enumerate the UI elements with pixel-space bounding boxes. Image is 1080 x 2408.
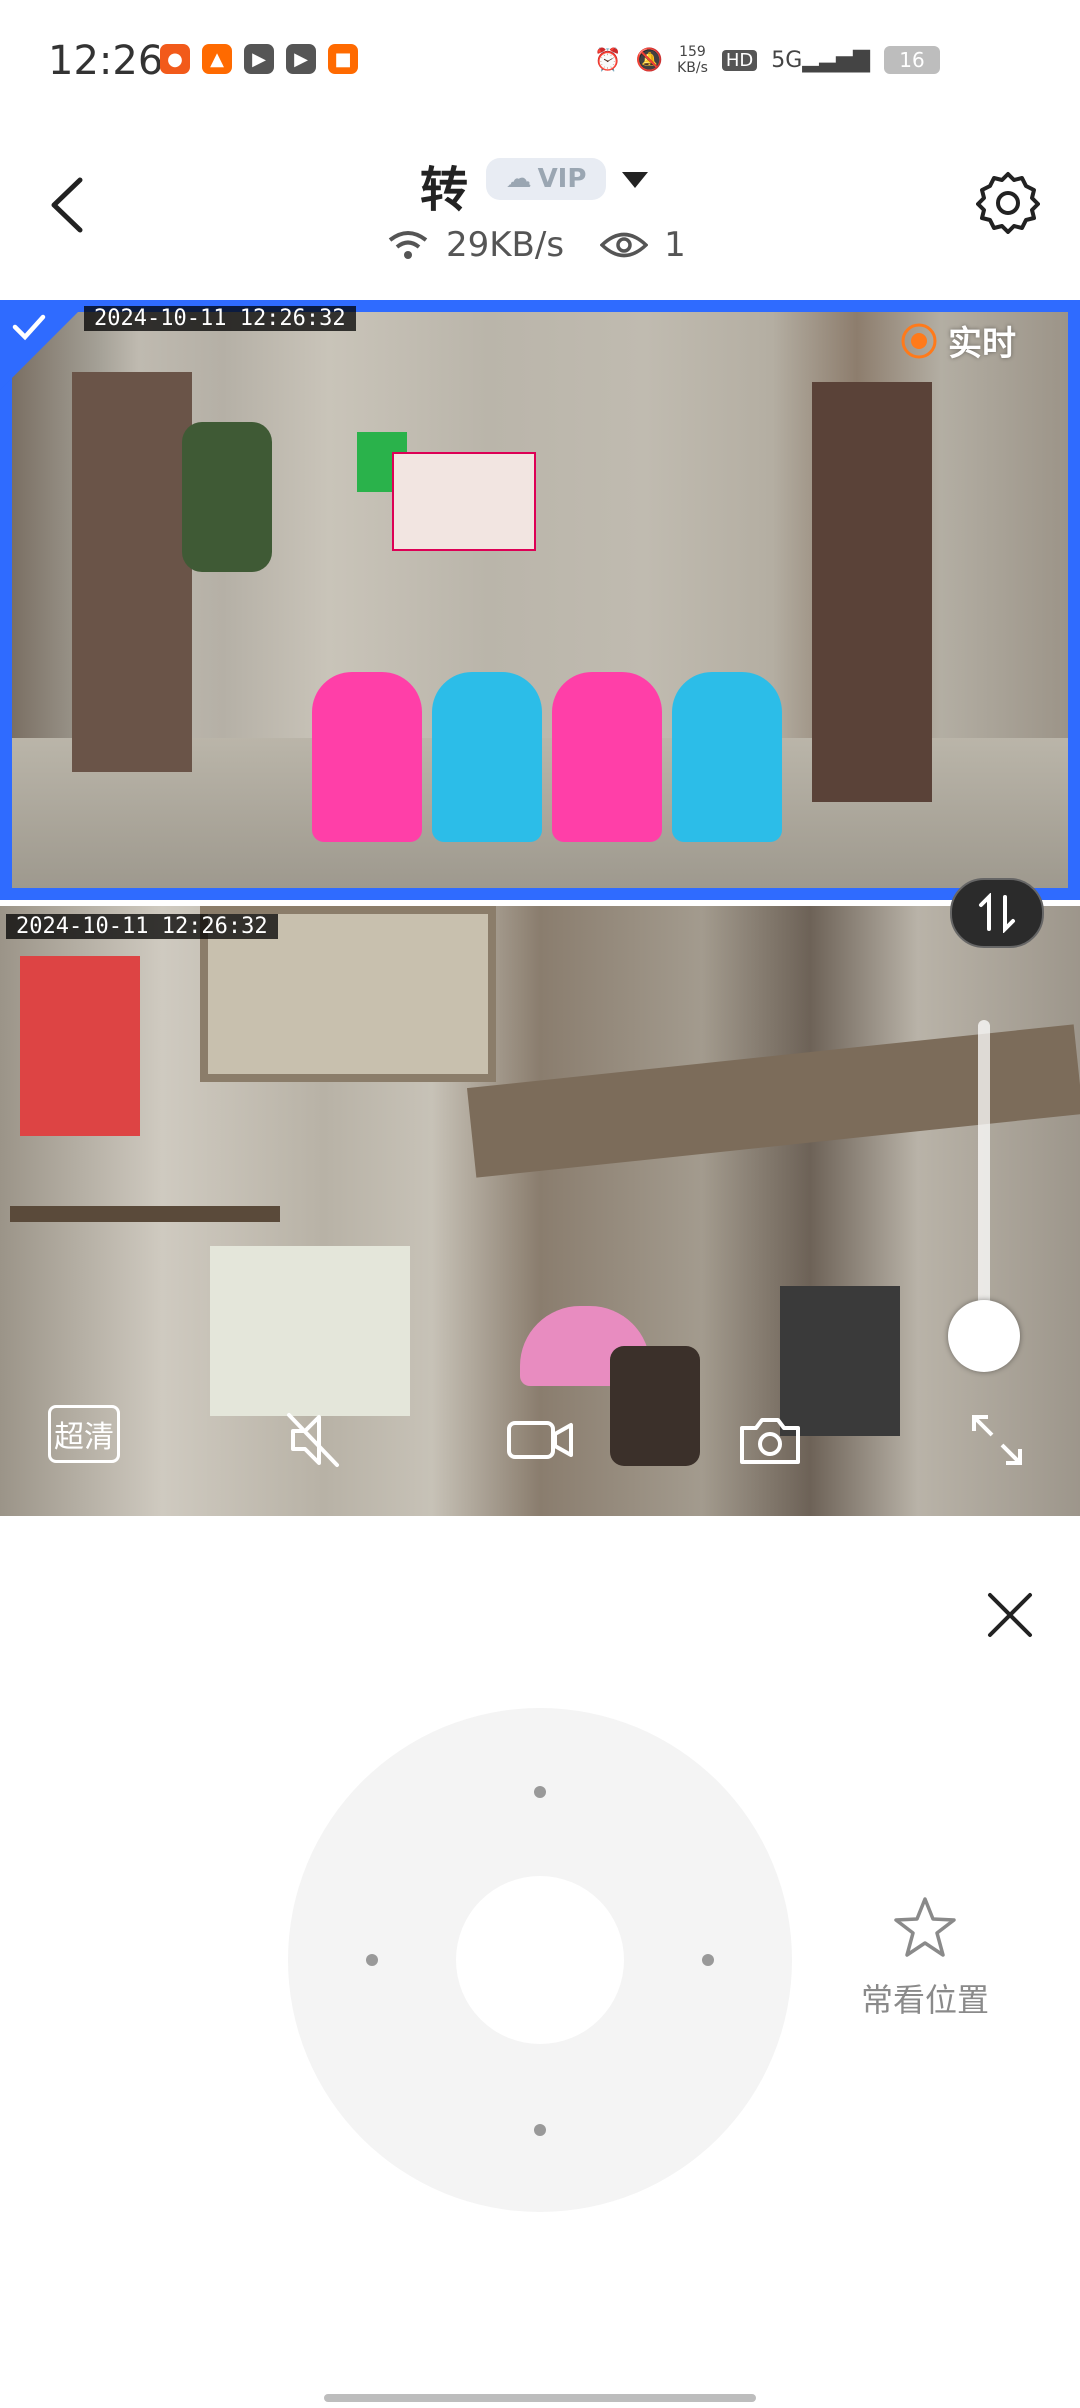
cloud-icon: ☁ [505,164,532,194]
app-icon-2: ▲ [202,44,232,74]
favorite-position-label: 常看位置 [860,1981,989,2019]
zoom-slider-track[interactable] [978,1020,990,1340]
camera-main-timestamp: 2024-10-11 12:26:32 [84,306,356,331]
home-indicator[interactable] [324,2394,756,2402]
altar-shelf [10,1206,280,1222]
wall-calendar [210,1246,410,1416]
network-speed: 159 KB/s [677,44,708,76]
zoom-slider-thumb[interactable] [948,1300,1020,1372]
record-button[interactable] [505,1405,577,1475]
hanging-clothes [182,422,272,572]
swap-views-button[interactable] [950,878,1044,948]
mute-button[interactable] [278,1405,348,1475]
chair-blue-2 [672,672,782,842]
battery-icon: 16 [884,46,940,74]
door-right [812,382,932,802]
favorite-position-button[interactable]: 常看位置 [850,1895,1000,2021]
ptz-center[interactable] [456,1876,624,2044]
check-icon [12,314,46,341]
stream-info: 29KB/s 1 [386,220,686,270]
play-icon: ▶ [244,44,274,74]
live-icon [901,323,937,358]
bell-off-icon: 🔕 [635,47,664,73]
camera-secondary-timestamp: 2024-10-11 12:26:32 [6,914,278,939]
gear-icon [976,172,1040,234]
eye-icon [600,232,649,258]
hanging-bag [610,1346,700,1466]
alarm-icon: ⏰ [594,47,622,73]
device-title[interactable]: 转 [420,150,468,220]
snapshot-button[interactable] [735,1405,805,1475]
chevron-left-icon [51,177,83,233]
signal-icon: 5G▂▃▅▇ [771,47,870,73]
hd-badge: HD [721,49,758,71]
fullscreen-icon [972,1415,1022,1465]
ptz-right-indicator[interactable] [702,1954,714,1966]
bitrate-text: 29KB/s [446,225,565,265]
wifi-icon [388,231,428,259]
dropdown-caret-icon[interactable] [620,170,650,190]
close-icon [988,1593,1032,1637]
vip-badge[interactable]: ☁ VIP [486,158,606,200]
star-icon [894,1897,956,1957]
close-ptz-button[interactable] [980,1585,1040,1645]
settings-button[interactable] [976,170,1040,234]
chair-pink-1 [312,672,422,842]
notification-icons: ● ▲ ▶ ▶ ■ [160,44,358,74]
system-icons: ⏰ 🔕 159 KB/s HD 5G▂▃▅▇ 16 [594,44,940,76]
viewer-count: 1 [664,225,686,265]
wall-poster [392,452,536,551]
mute-icon [287,1413,339,1467]
status-time: 12:26 [48,38,164,84]
ptz-down-indicator[interactable] [534,2124,546,2136]
video-app-icon: ▶ [286,44,316,74]
chair-pink-2 [552,672,662,842]
door-left [72,372,192,772]
app-icon-1: ● [160,44,190,74]
ptz-up-indicator[interactable] [534,1786,546,1798]
red-poster [20,956,140,1136]
app-icon-5: ■ [328,44,358,74]
live-indicator: 实时 [900,316,1016,365]
video-record-icon [507,1421,573,1459]
camera-icon [740,1418,800,1464]
camera-view-main[interactable] [0,300,1080,900]
quality-button[interactable]: 超清 [48,1405,120,1463]
back-button[interactable] [48,170,108,240]
ptz-left-indicator[interactable] [366,1954,378,1966]
chair-blue-1 [432,672,542,842]
status-bar: 12:26 ● ▲ ▶ ▶ ■ ⏰ 🔕 159 KB/s HD 5G▂▃▅▇ 1… [0,0,1080,125]
swap-icon [979,893,1015,933]
fullscreen-button[interactable] [962,1405,1032,1475]
